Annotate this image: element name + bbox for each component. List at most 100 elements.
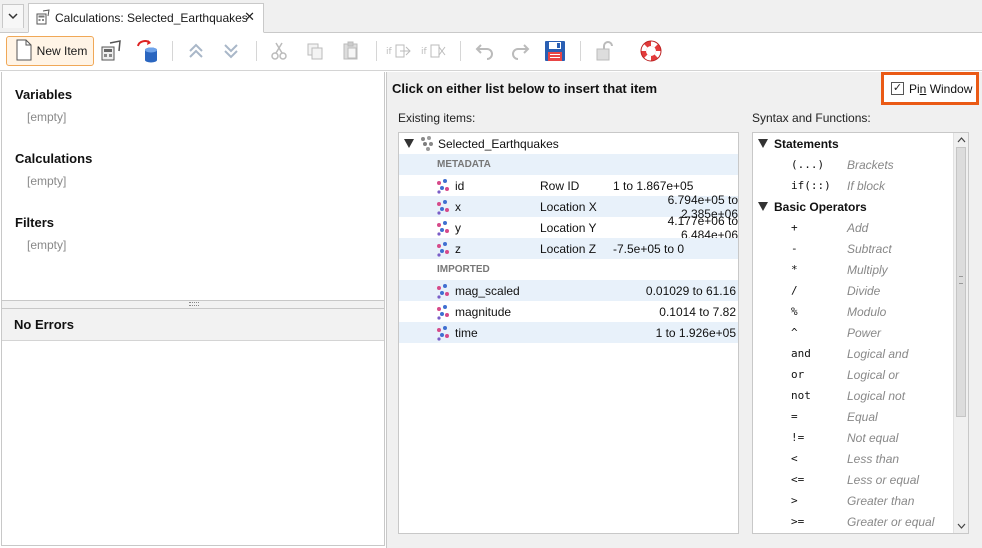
calculations-tree-panel[interactable]: Variables [empty] Calculations [empty] F… [1,72,385,301]
scroll-down-icon[interactable] [954,519,968,533]
pin-window-check[interactable]: ✓ [891,82,904,95]
splitter-grip[interactable] [189,302,199,306]
toolbar-separator [460,41,461,61]
tab-list-chevron-down-icon[interactable] [2,4,24,28]
redo-icon[interactable] [507,36,533,66]
syntax-desc: Add [847,221,869,235]
syntax-desc: Divide [847,284,881,298]
insert-panel: Click on either list below to insert tha… [386,72,982,548]
move-down-icon[interactable] [218,36,244,66]
table-row[interactable]: magnitude 0.1014 to 7.82 [399,301,738,322]
scroll-up-icon[interactable] [954,133,968,147]
cut-icon[interactable] [266,36,292,66]
syntax-desc: Multiply [847,263,888,277]
basic-operators-group[interactable]: Basic Operators [753,196,953,217]
close-icon[interactable]: ✕ [244,9,255,25]
statements-group[interactable]: Statements [753,133,953,154]
existing-items-caption: Existing items: [398,111,476,125]
list-item[interactable]: > Greater than [753,490,953,511]
list-item[interactable]: - Subtract [753,238,953,259]
syntax-desc: Equal [847,410,878,424]
item-name: magnitude [455,304,512,319]
help-lifebuoy-icon[interactable] [638,36,664,66]
item-name: time [455,325,478,340]
toolbar-separator [580,41,581,61]
syntax-code: - [791,242,798,255]
collapse-triangle-icon[interactable] [758,202,768,211]
save-icon[interactable] [542,36,568,66]
syntax-code: > [791,494,798,507]
item-range: 1 to 1.867e+05 [613,178,694,193]
syntax-code: != [791,431,805,444]
list-item[interactable]: not Logical not [753,385,953,406]
pin-window-checkbox[interactable]: ✓ Pin Window [881,72,979,105]
existing-items-list[interactable]: Selected_Earthquakes METADATA id Row ID … [398,132,739,534]
syntax-functions-list[interactable]: Statements (...) Brackets if(::) If bloc… [752,132,969,534]
copy-icon[interactable] [302,36,328,66]
group-heading: Statements [774,137,839,151]
paste-icon[interactable] [338,36,364,66]
filters-empty: [empty] [27,238,67,252]
item-type: Location Y [540,220,597,235]
insert-if-icon[interactable]: if [386,36,412,66]
calculations-empty: [empty] [27,174,67,188]
svg-text:if: if [421,47,428,57]
table-row[interactable]: time 1 to 1.926e+05 [399,322,738,343]
item-name: x [455,199,461,214]
edit-variables-icon[interactable] [98,36,124,66]
tree-root-row[interactable]: Selected_Earthquakes [399,133,738,154]
unlock-icon[interactable] [591,36,617,66]
list-item[interactable]: / Divide [753,280,953,301]
list-item[interactable]: and Logical and [753,343,953,364]
list-item[interactable]: ^ Power [753,322,953,343]
tab-title: Calculations: Selected_Earthquakes [55,11,248,25]
list-item[interactable]: or Logical or [753,364,953,385]
list-item[interactable]: != Not equal [753,427,953,448]
syntax-desc: Greater than [847,494,915,508]
attribute-points-icon [435,283,451,302]
group-header-row: IMPORTED [399,259,738,280]
list-item[interactable]: % Modulo [753,301,953,322]
new-item-button[interactable]: New Item [6,36,94,66]
remove-if-icon[interactable]: if [421,36,447,66]
item-name: id [455,178,465,193]
list-item[interactable]: <= Less or equal [753,469,953,490]
svg-text:if: if [386,47,393,57]
variables-heading: Variables [15,87,73,102]
list-item[interactable]: * Multiply [753,259,953,280]
vertical-scrollbar[interactable] [953,133,968,533]
syntax-functions-caption: Syntax and Functions: [752,111,871,125]
list-item[interactable]: if(::) If block [753,175,953,196]
list-item[interactable]: = Equal [753,406,953,427]
syntax-desc: Less or equal [847,473,920,487]
syntax-code: = [791,410,798,423]
syntax-desc: Logical or [847,368,900,382]
table-row[interactable]: z Location Z -7.5e+05 to 0 [399,238,738,259]
tab-calculations[interactable]: Calculations: Selected_Earthquakes ✕ [28,3,264,33]
list-item[interactable]: (...) Brackets [753,154,953,175]
syntax-code: + [791,221,798,234]
tab-strip: Calculations: Selected_Earthquakes ✕ [0,0,982,33]
move-up-icon[interactable] [183,36,209,66]
item-range: 0.01029 to 61.16 [645,283,736,298]
panel-splitter[interactable] [1,301,385,308]
new-item-label: New Item [36,44,88,58]
syntax-code: ^ [791,326,798,339]
import-database-icon[interactable] [134,36,160,66]
list-item[interactable]: < Less than [753,448,953,469]
table-row[interactable]: y Location Y 4.177e+06 to 6.484e+06 [399,214,738,242]
collapse-triangle-icon[interactable] [404,139,414,148]
item-type: Location Z [540,241,597,256]
insert-instruction: Click on either list below to insert tha… [392,81,658,96]
scrollbar-thumb[interactable] [956,147,966,417]
table-row[interactable]: mag_scaled 0.01029 to 61.16 [399,280,738,301]
syntax-code: < [791,452,798,465]
undo-icon[interactable] [472,36,498,66]
collapse-triangle-icon[interactable] [758,139,768,148]
attribute-points-icon [435,199,451,218]
list-item[interactable]: + Add [753,217,953,238]
syntax-code: not [791,389,811,402]
syntax-desc: Greater or equal [847,515,935,529]
list-item[interactable]: >= Greater or equal [753,511,953,532]
syntax-code: * [791,263,798,276]
